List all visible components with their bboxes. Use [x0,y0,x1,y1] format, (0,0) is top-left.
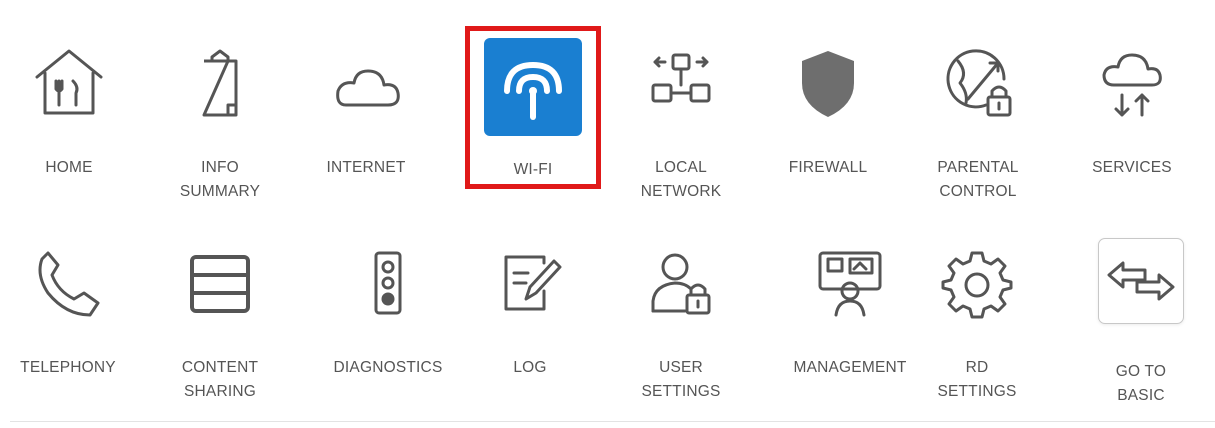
menu-item-go-to-basic[interactable]: GO TO BASIC [1071,238,1211,428]
menu-item-label: DIAGNOSTICS [333,359,443,376]
shield-icon [783,38,873,128]
menu-item-wifi[interactable]: WI-FI [463,38,603,228]
cloud-transfer-icon [1087,38,1177,128]
edit-log-icon [485,238,575,328]
gear-icon [932,238,1022,328]
wifi-icon [484,38,582,136]
menu-item-parental-control[interactable]: PARENTAL CONTROL [908,38,1048,228]
clipboard-icon [175,38,265,128]
menu-item-label: FIREWALL [788,159,868,176]
menu-item-label: LOG [513,359,547,376]
menu-item-content-sharing[interactable]: CONTENT SHARING [150,238,290,428]
menu-item-label: HOME [45,159,93,176]
menu-item-info-summary[interactable]: INFO SUMMARY [150,38,290,228]
menu-item-local-network[interactable]: LOCAL NETWORK [611,38,751,228]
menu-item-label: INTERNET [326,159,406,176]
phone-icon [23,238,113,328]
menu-item-telephony[interactable]: TELEPHONY [0,238,138,428]
menu-item-label: SERVICES [1092,159,1172,176]
menu-item-label: PARENTAL CONTROL [937,159,1019,200]
menu-item-label: USER SETTINGS [641,359,721,400]
menu-item-label: RD SETTINGS [937,359,1017,400]
management-icon [805,238,895,328]
menu-item-diagnostics[interactable]: DIAGNOSTICS [318,238,458,428]
menu-item-firewall[interactable]: FIREWALL [758,38,898,228]
menu-item-label: TELEPHONY [20,359,116,376]
menu-item-label: CONTENT SHARING [181,359,259,400]
home-icon [24,38,114,128]
user-lock-icon [636,238,726,328]
menu-item-rd-settings[interactable]: RD SETTINGS [907,238,1047,428]
storage-icon [175,238,265,328]
menu-item-management[interactable]: MANAGEMENT [780,238,920,428]
traffic-light-icon [343,238,433,328]
bottom-divider [10,421,1215,422]
menu-item-services[interactable]: SERVICES [1062,38,1202,228]
menu-item-internet[interactable]: INTERNET [296,38,436,228]
globe-lock-icon [933,38,1023,128]
swap-arrows-icon [1098,238,1184,324]
menu-item-label: MANAGEMENT [793,359,907,376]
menu-item-label: WI-FI [513,161,553,178]
network-icon [636,38,726,128]
menu-item-log[interactable]: LOG [460,238,600,428]
menu-item-home[interactable]: HOME [0,38,139,228]
menu-item-label: GO TO BASIC [1115,363,1167,404]
menu-item-label: INFO SUMMARY [179,159,261,200]
cloud-icon [321,38,411,128]
menu-item-user-settings[interactable]: USER SETTINGS [611,238,751,428]
menu-item-label: LOCAL NETWORK [640,159,722,200]
